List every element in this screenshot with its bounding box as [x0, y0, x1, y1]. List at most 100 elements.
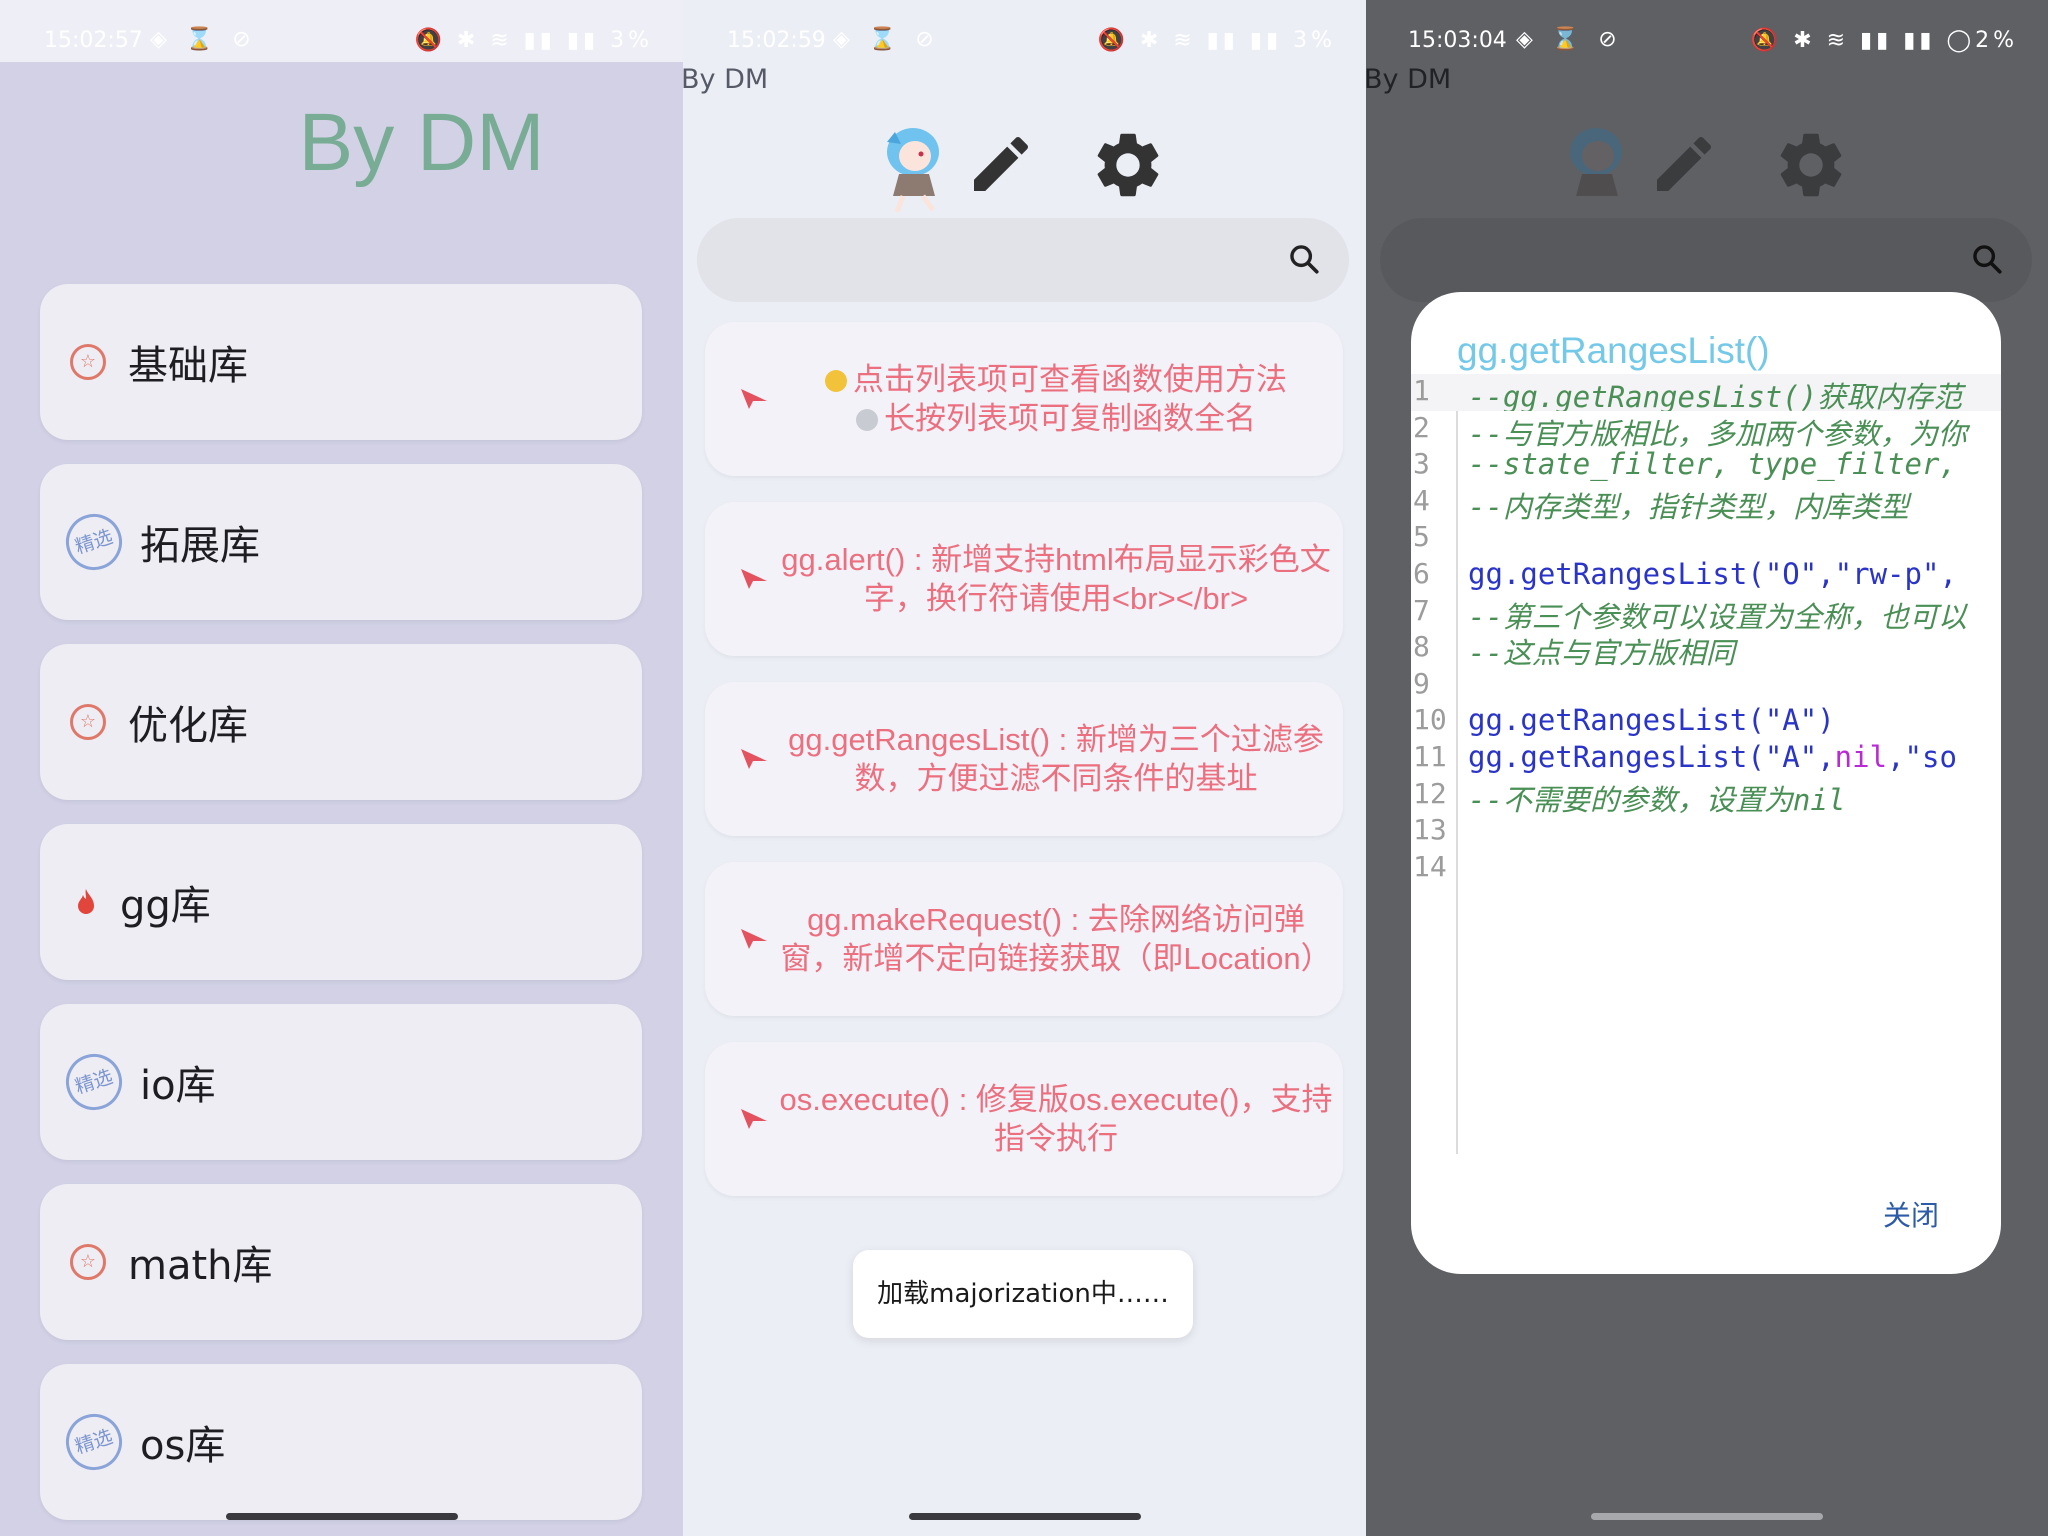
code-line: 6 gg.getRangesList("O","rw-p", [1411, 557, 2001, 594]
tip-line: 长按列表项可复制函数全名 [884, 401, 1256, 436]
award-badge-icon: ☆ [70, 344, 106, 380]
toolbar [1366, 118, 2048, 228]
award-badge-icon: ☆ [70, 1244, 106, 1280]
tip-card[interactable]: 点击列表项可查看函数使用方法 长按列表项可复制函数全名 [705, 322, 1343, 476]
code-text: gg.getRangesList("A") [1468, 703, 1835, 738]
library-item-label: math库 [128, 1243, 273, 1289]
tip-card[interactable]: gg.makeRequest() : 去除网络访问弹窗，新增不定向链接获取（即L… [705, 862, 1343, 1016]
panel-library-drawer: 15:02:57 ◈ ⌛ ⊘ 🔕 ✱ ≋ ▮▮ ▮▮ 3% By DM By D… [0, 0, 683, 1536]
send-arrow-icon [741, 749, 767, 769]
panel-main-list: 15:02:59 ◈ ⌛ ⊘ 🔕 ✱ ≋ ▮▮ ▮▮ 3% By DM 点击列表… [683, 0, 1366, 1536]
library-item-label: gg库 [120, 883, 211, 929]
search-icon[interactable] [1287, 242, 1321, 276]
tip-text: gg.makeRequest() : 去除网络访问弹窗，新增不定向链接获取（即L… [780, 902, 1332, 976]
line-number: 11 [1413, 740, 1447, 773]
anime-avatar-icon [1570, 128, 1622, 196]
featured-stamp-icon: 精选 [58, 1406, 130, 1478]
library-item-basic[interactable]: ☆ 基础库 [40, 284, 642, 440]
line-number: 7 [1413, 593, 1430, 627]
line-number: 10 [1413, 703, 1447, 737]
status-time: 15:03:04 [1408, 28, 1507, 53]
settings-gear-icon[interactable] [1089, 126, 1167, 204]
award-badge-icon: ☆ [70, 704, 106, 740]
library-item-label: 基础库 [128, 343, 248, 389]
library-item-label: os库 [140, 1423, 226, 1469]
code-line: 8 --这点与官方版相同 [1411, 630, 2001, 667]
send-arrow-icon [741, 929, 767, 949]
status-right: 🔕 ✱ ≋ ▮▮ ▮▮ 3% [414, 28, 653, 53]
code-line: 5 [1411, 520, 2001, 557]
silver-medal-icon [856, 409, 878, 431]
code-text: --不需要的参数，设置为nil [1468, 782, 1846, 814]
library-item-os[interactable]: 精选 os库 [40, 1364, 642, 1520]
dialog-title: gg.getRangesList() [1457, 330, 1770, 371]
code-text: --第三个参数可以设置为全称，也可以 [1468, 599, 1967, 631]
library-item-io[interactable]: 精选 io库 [40, 1004, 642, 1160]
code-editor[interactable]: 1 --gg.getRangesList()获取内存范 2 --与官方版相比，多加两个… [1411, 374, 2001, 1174]
gesture-nav-bar[interactable] [1591, 1513, 1823, 1520]
search-bar[interactable] [697, 218, 1349, 302]
app-title: By DM [1366, 64, 1452, 95]
code-text: --内存类型，指针类型，内库类型 [1468, 489, 1909, 521]
send-arrow-icon [741, 569, 767, 589]
status-right: 🔕 ✱ ≋ ▮▮ ▮▮ 3% [1097, 28, 1336, 53]
tip-line: 点击列表项可查看函数使用方法 [853, 362, 1287, 397]
gesture-nav-bar[interactable] [908, 1513, 1141, 1520]
code-line: 12 --不需要的参数，设置为nil [1411, 777, 2001, 814]
status-app-icons: ◈ ⌛ ⊘ [1516, 27, 1623, 52]
code-text: --gg.getRangesList()获取内存范 [1468, 380, 1963, 411]
function-detail-dialog: gg.getRangesList() 1 --gg.getRangesList()… [1411, 292, 2001, 1274]
code-text: gg.getRangesList("O","rw-p", [1468, 557, 1957, 591]
battery-level: 2% [1975, 28, 2018, 53]
tip-card[interactable]: gg.alert() : 新增支持html布局显示彩色文字，换行符请使用<br>… [705, 502, 1343, 656]
code-text: gg.getRangesList("A",nil,"so [1468, 740, 1957, 774]
code-line: 3 --state_filter, type_filter, [1411, 447, 2001, 484]
code-line: 9 [1411, 667, 2001, 704]
code-text: --state_filter, type_filter, [1468, 447, 1957, 482]
loading-toast: 加载majorization中…… [853, 1250, 1193, 1338]
line-number: 8 [1413, 630, 1430, 664]
code-line: 14 [1411, 850, 2001, 887]
tip-card[interactable]: gg.getRangesList() : 新增为三个过滤参数，方便过滤不同条件的… [705, 682, 1343, 836]
library-item-label: io库 [140, 1063, 216, 1109]
anime-avatar-icon[interactable] [873, 122, 953, 216]
line-number: 2 [1413, 410, 1430, 444]
status-time: 15:02:59 [727, 28, 826, 53]
fire-icon [78, 889, 94, 914]
library-item-extension[interactable]: 精选 拓展库 [40, 464, 642, 620]
app-title: By DM [683, 64, 769, 95]
battery-level: 3% [610, 28, 653, 53]
gold-medal-icon [825, 370, 847, 392]
battery-level: 3% [1293, 28, 1336, 53]
code-line: 1 --gg.getRangesList()获取内存范 [1411, 374, 2001, 411]
library-item-optimize[interactable]: ☆ 优化库 [40, 644, 642, 800]
tip-text: os.execute() : 修复版os.execute()，支持指令执行 [779, 1082, 1333, 1156]
status-bar: 15:02:59 ◈ ⌛ ⊘ 🔕 ✱ ≋ ▮▮ ▮▮ 3% [683, 22, 1366, 62]
featured-stamp-icon: 精选 [58, 1046, 130, 1118]
code-text: --与官方版相比，多加两个参数，为你 [1468, 416, 1967, 448]
code-line: 10 gg.getRangesList("A") [1411, 703, 2001, 740]
code-line: 4 --内存类型，指针类型，内库类型 [1411, 484, 2001, 521]
settings-gear-icon [1780, 133, 1842, 197]
tip-text: gg.getRangesList() : 新增为三个过滤参数，方便过滤不同条件的… [788, 722, 1324, 796]
send-arrow-icon [741, 1109, 767, 1129]
close-button[interactable]: 关闭 [1883, 1194, 1939, 1234]
edit-pencil-icon [1657, 136, 1712, 191]
line-number: 6 [1413, 557, 1430, 590]
line-number: 4 [1413, 483, 1430, 517]
tip-card[interactable]: os.execute() : 修复版os.execute()，支持指令执行 [705, 1042, 1343, 1196]
code-line: 2 --与官方版相比，多加两个参数，为你 [1411, 411, 2001, 448]
status-bar: 15:03:04 ◈ ⌛ ⊘ 🔕 ✱ ≋ ▮▮ ▮▮ ◯2% [1366, 22, 2048, 62]
tip-text: gg.alert() : 新增支持html布局显示彩色文字，换行符请使用<br>… [781, 542, 1331, 616]
edit-pencil-icon[interactable] [965, 128, 1037, 200]
search-input[interactable] [727, 218, 1267, 302]
line-number: 13 [1413, 813, 1447, 847]
library-item-math[interactable]: ☆ math库 [40, 1184, 642, 1340]
gesture-nav-bar[interactable] [225, 1513, 458, 1520]
library-item-gg[interactable]: gg库 [40, 824, 642, 980]
send-arrow-icon [741, 389, 767, 409]
code-line: 13 [1411, 813, 2001, 850]
status-time: 15:02:57 [44, 28, 143, 53]
featured-stamp-icon: 精选 [58, 506, 130, 578]
panel-function-dialog: 15:03:04 ◈ ⌛ ⊘ 🔕 ✱ ≋ ▮▮ ▮▮ ◯2% By DM gg.… [1366, 0, 2048, 1536]
